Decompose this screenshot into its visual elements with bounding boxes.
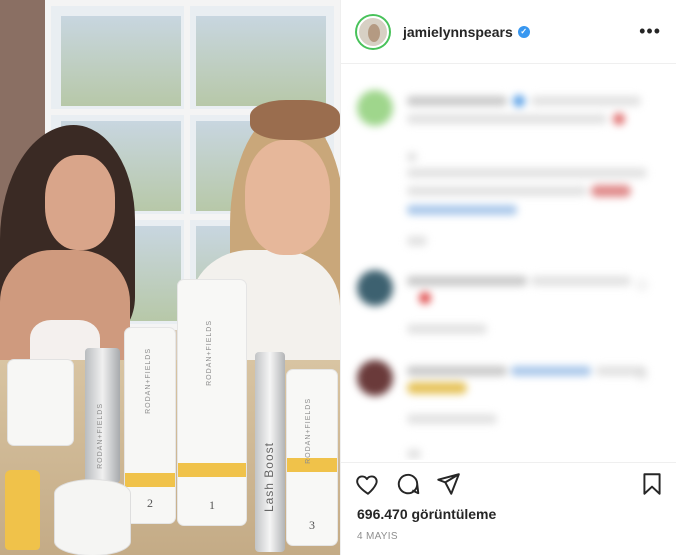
action-bar (341, 462, 676, 506)
tissue-box (8, 360, 73, 445)
heart-icon[interactable] (355, 471, 381, 497)
person-left-face (45, 155, 115, 250)
product-brand-label: RODAN+FIELDS (145, 348, 152, 414)
product-brand-label: RODAN+FIELDS (97, 403, 104, 469)
product-tube-1: RODAN+FIELDS 1 (178, 280, 246, 525)
bookmark-icon[interactable] (639, 471, 665, 497)
avatar[interactable] (357, 15, 389, 48)
person-right-hair-bow (250, 100, 340, 140)
product-brand-label: RODAN+FIELDS (305, 398, 312, 464)
post-header: jamielynnspears ✓ ••• (341, 0, 676, 64)
post-date[interactable]: 4 MAYIS (357, 531, 398, 542)
product-bottle-3: RODAN+FIELDS 3 (287, 370, 337, 545)
more-options-icon[interactable]: ••• (639, 22, 661, 40)
product-brand-label: Lash Boost (262, 442, 276, 513)
share-icon[interactable] (435, 471, 461, 497)
product-lash-boost: Lash Boost (255, 352, 285, 552)
product-number: 3 (309, 518, 315, 532)
product-jar (55, 480, 130, 555)
post-sidebar: jamielynnspears ✓ ••• 696.470 görüntülem… (340, 0, 676, 555)
product-brand-label: RODAN+FIELDS (206, 320, 213, 386)
views-count[interactable]: 696.470 görüntüleme (357, 506, 496, 522)
comment-icon[interactable] (395, 471, 421, 497)
product-number: 2 (147, 496, 153, 510)
username-link[interactable]: jamielynnspears (403, 24, 513, 40)
product-number: 1 (209, 498, 215, 512)
post-media[interactable]: RODAN+FIELDS RODAN+FIELDS 2 RODAN+FIELDS… (0, 0, 340, 555)
comments-list (341, 64, 676, 460)
product-roller (5, 470, 40, 550)
verified-badge-icon: ✓ (517, 25, 530, 38)
product-serum-tube: RODAN+FIELDS (85, 348, 120, 483)
person-right-face (245, 140, 330, 255)
product-bottle-2: RODAN+FIELDS 2 (125, 328, 175, 523)
